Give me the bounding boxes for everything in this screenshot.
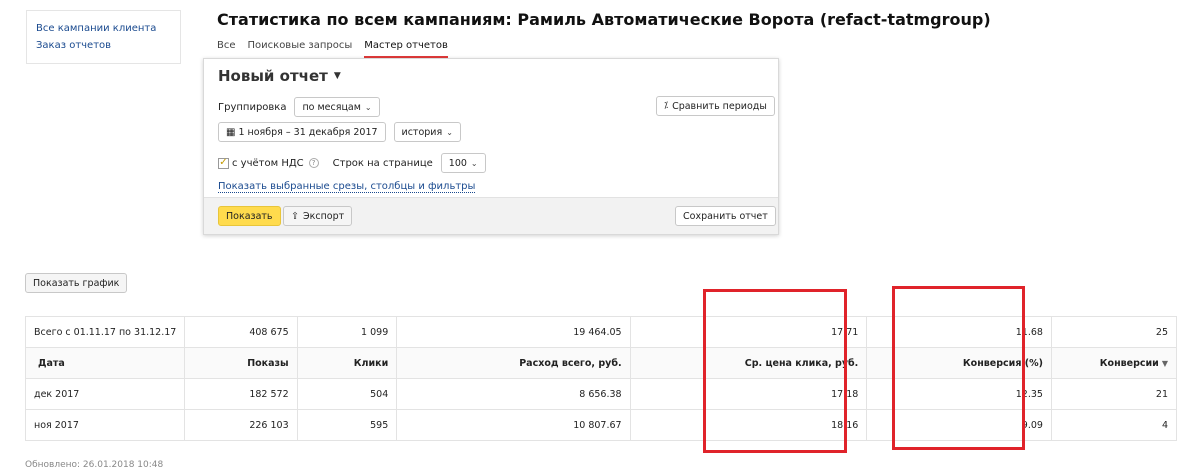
chevron-down-icon: ⌄	[446, 127, 453, 137]
last-updated-text: Обновлено: 26.01.2018 10:48	[25, 460, 164, 470]
history-select[interactable]: история ⌄	[393, 122, 461, 142]
export-button[interactable]: ⇪ Экспорт	[283, 206, 353, 226]
save-report-button[interactable]: Сохранить отчет	[675, 206, 776, 226]
column-header-conversion-rate[interactable]: Конверсия (%)	[866, 347, 1052, 379]
compare-icon: ⁒	[664, 101, 669, 111]
report-title-dropdown[interactable]: Новый отчет ▼	[218, 67, 341, 85]
grouping-select[interactable]: по месяцам ⌄	[294, 97, 380, 117]
column-header-date[interactable]: Дата	[24, 347, 186, 379]
rows-per-page-label: Строк на странице	[332, 157, 433, 169]
date-row: ▦ 1 ноября – 31 декабря 2017 история ⌄	[218, 122, 461, 142]
row-conversions: 21	[1050, 378, 1178, 410]
total-clicks: 1 099	[296, 316, 398, 348]
order-reports-link[interactable]: Заказ отчетов	[36, 37, 171, 54]
filters-link-row: Показать выбранные срезы, столбцы и филь…	[218, 181, 476, 193]
column-header-impressions[interactable]: Показы	[184, 347, 298, 379]
row-spend: 8 656.38	[396, 378, 631, 410]
row-conversion-rate: 12.35	[866, 378, 1052, 410]
total-impressions: 408 675	[184, 316, 298, 348]
table-header-row: Дата Показы Клики Расход всего, руб. Ср.…	[24, 347, 1178, 379]
row-clicks: 595	[296, 409, 398, 441]
rows-per-page-value: 100	[448, 157, 467, 169]
compare-periods-button[interactable]: ⁒ Сравнить периоды	[656, 96, 775, 116]
history-label: история	[401, 126, 443, 138]
caret-down-icon: ▼	[333, 71, 341, 81]
column-header-clicks[interactable]: Клики	[296, 347, 398, 379]
calendar-icon: ▦	[226, 126, 236, 138]
total-row: Всего с 01.11.17 по 31.12.17 408 675 1 0…	[24, 316, 1178, 348]
stats-table: Всего с 01.11.17 по 31.12.17 408 675 1 0…	[24, 316, 1178, 441]
total-conversions: 25	[1050, 316, 1178, 348]
all-campaigns-link[interactable]: Все кампании клиента	[36, 20, 171, 37]
show-filters-link[interactable]: Показать выбранные срезы, столбцы и филь…	[218, 181, 476, 193]
row-conversions: 4	[1050, 409, 1178, 441]
export-label: Экспорт	[302, 210, 345, 222]
total-conversion-rate: 11.68	[866, 316, 1052, 348]
total-avg-cpc: 17.71	[629, 316, 868, 348]
date-range-value: 1 ноября – 31 декабря 2017	[238, 126, 378, 138]
row-date: ноя 2017	[24, 409, 186, 441]
row-impressions: 226 103	[184, 409, 298, 441]
table-row: дек 2017 182 572 504 8 656.38 17.18 12.3…	[24, 378, 1178, 410]
column-header-conversions[interactable]: Конверсии ▼	[1050, 347, 1178, 379]
row-avg-cpc: 18.16	[629, 409, 868, 441]
date-range-picker[interactable]: ▦ 1 ноября – 31 декабря 2017	[218, 122, 386, 142]
row-conversion-rate: 9.09	[866, 409, 1052, 441]
table-row: ноя 2017 226 103 595 10 807.67 18.16 9.0…	[24, 409, 1178, 441]
row-date: дек 2017	[24, 378, 186, 410]
help-icon[interactable]: ?	[308, 158, 319, 168]
tab-all[interactable]: Все	[217, 38, 236, 58]
report-title: Новый отчет	[218, 67, 328, 85]
row-impressions: 182 572	[184, 378, 298, 410]
grouping-value: по месяцам	[302, 101, 361, 113]
grouping-label: Группировка	[218, 101, 287, 113]
export-icon: ⇪	[291, 210, 299, 222]
chevron-down-icon: ⌄	[470, 158, 478, 168]
column-header-avg-cpc[interactable]: Ср. цена клика, руб.	[629, 347, 868, 379]
show-chart-button[interactable]: Показать график	[25, 273, 128, 293]
report-tabs: Все Поисковые запросы Мастер отчетов	[217, 38, 448, 58]
client-sidebar: Все кампании клиента Заказ отчетов	[26, 10, 181, 64]
show-button[interactable]: Показать	[218, 206, 281, 226]
compare-periods-label: Сравнить периоды	[672, 100, 767, 112]
report-wizard-panel: Новый отчет ▼ Группировка по месяцам ⌄ ⁒…	[203, 58, 779, 235]
tab-report-wizard[interactable]: Мастер отчетов	[364, 38, 448, 58]
vat-label: с учётом НДС	[232, 157, 304, 169]
column-header-spend[interactable]: Расход всего, руб.	[396, 347, 631, 379]
options-row: ✓ с учётом НДС ? Строк на странице 100 ⌄	[218, 153, 486, 173]
total-spend: 19 464.05	[396, 316, 631, 348]
row-clicks: 504	[296, 378, 398, 410]
tab-search-queries[interactable]: Поисковые запросы	[248, 38, 353, 58]
vat-option: ✓ с учётом НДС ?	[218, 157, 319, 169]
vat-checkbox[interactable]: ✓	[218, 157, 229, 169]
sort-desc-icon[interactable]: ▼	[1162, 359, 1168, 368]
total-label: Всего с 01.11.17 по 31.12.17	[24, 316, 186, 348]
page-title: Статистика по всем кампаниям: Рамиль Авт…	[217, 10, 991, 29]
rows-per-page-select[interactable]: 100 ⌄	[440, 153, 486, 173]
grouping-row: Группировка по месяцам ⌄	[218, 97, 380, 117]
conversions-header-label: Конверсии	[1099, 357, 1159, 369]
row-spend: 10 807.67	[396, 409, 631, 441]
row-avg-cpc: 17.18	[629, 378, 868, 410]
chevron-down-icon: ⌄	[364, 102, 372, 112]
panel-footer: Показать ⇪ Экспорт Сохранить отчет	[204, 197, 778, 234]
